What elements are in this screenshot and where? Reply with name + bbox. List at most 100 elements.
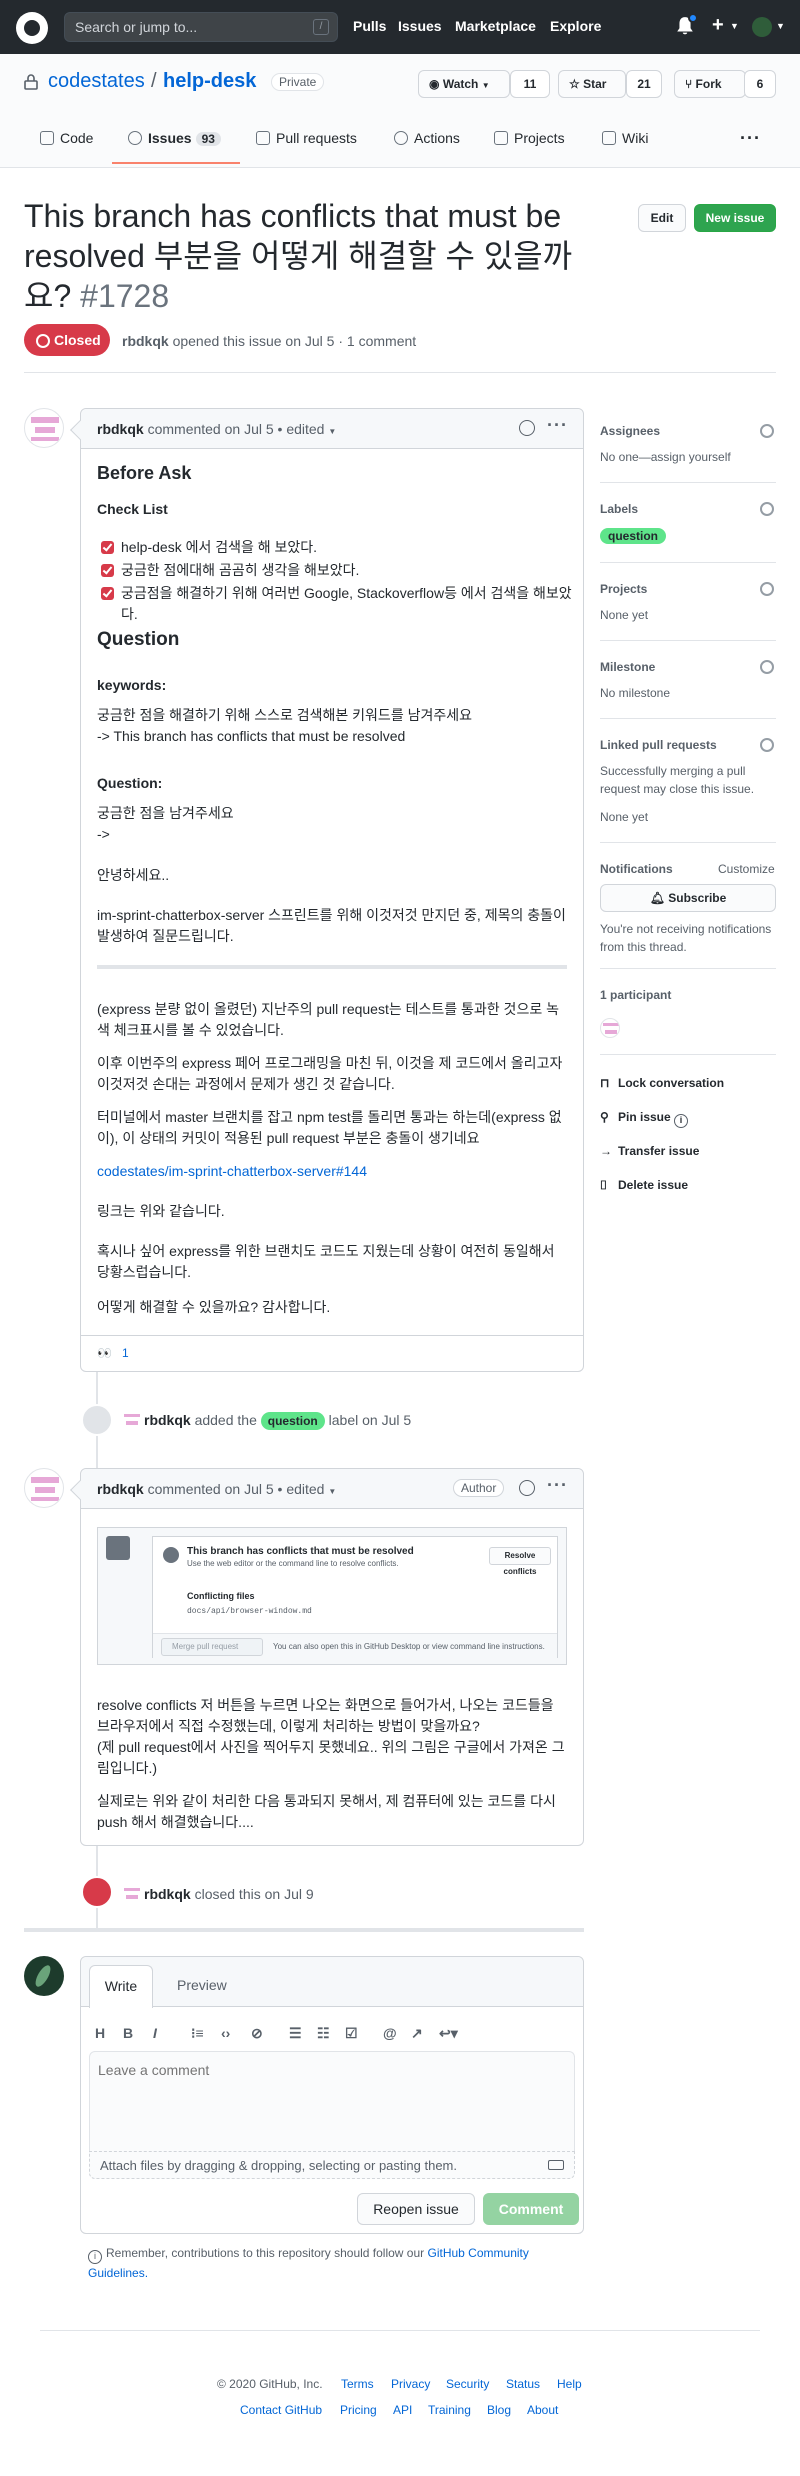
event-actor[interactable]: rbdkqk — [144, 1886, 191, 1902]
question-label-badge[interactable]: question — [600, 528, 666, 544]
gear-icon[interactable] — [760, 660, 774, 674]
avatar[interactable] — [122, 1410, 142, 1430]
code-icon[interactable]: ‹› — [221, 2025, 230, 2041]
question-label-badge[interactable]: question — [260, 1412, 325, 1430]
avatar[interactable] — [24, 1468, 64, 1508]
comment-author[interactable]: rbdkqk — [97, 421, 144, 437]
chevron-down-icon[interactable]: ▼ — [776, 21, 785, 31]
cross-reference-icon[interactable]: ↗ — [411, 2025, 423, 2042]
footer-link[interactable]: Contact GitHub — [240, 2403, 322, 2417]
chevron-down-icon[interactable]: ▼ — [730, 21, 739, 31]
edit-title-button[interactable]: Edit — [638, 204, 686, 232]
embedded-screenshot[interactable]: This branch has conflicts that must be r… — [97, 1527, 567, 1665]
comment-author[interactable]: rbdkqk — [97, 1481, 144, 1497]
more-options-icon[interactable]: ··· — [740, 128, 761, 149]
checkbox-checked-icon[interactable] — [101, 564, 114, 577]
user-avatar[interactable] — [752, 17, 772, 37]
write-tab[interactable]: Write — [89, 1965, 153, 2008]
bold-icon[interactable]: B — [123, 2025, 133, 2041]
nav-pulls[interactable]: Pulls — [353, 18, 386, 34]
watch-count[interactable]: 11 — [510, 70, 550, 98]
pin-issue-link[interactable]: ⚲ Pin issue i — [600, 1110, 692, 1128]
star-button[interactable]: ☆ Star — [558, 70, 626, 98]
footer-link[interactable]: Status — [506, 2377, 540, 2391]
transfer-issue-link[interactable]: → Transfer issue — [600, 1144, 699, 1158]
tab-wiki[interactable]: Wiki — [602, 130, 648, 146]
comment-button[interactable]: Comment — [483, 2193, 579, 2225]
tab-pull-requests[interactable]: Pull requests — [256, 130, 357, 146]
event-actor[interactable]: rbdkqk — [144, 1412, 191, 1428]
chevron-down-icon[interactable]: ▼ — [328, 427, 336, 436]
author-link[interactable]: rbdkqk — [122, 333, 169, 349]
checkbox-checked-icon[interactable] — [101, 541, 114, 554]
chevron-down-icon[interactable]: ▼ — [328, 1487, 336, 1496]
footer-link[interactable]: API — [393, 2403, 412, 2417]
labels-title[interactable]: Labels — [600, 502, 638, 516]
fork-button[interactable]: ⑂ Fork — [674, 70, 746, 98]
comment-meta[interactable]: commented on Jul 5 • edited — [148, 421, 325, 437]
footer-link[interactable]: Training — [428, 2403, 471, 2417]
reaction-eyes[interactable]: 👀 1 — [97, 1346, 129, 1360]
avatar[interactable] — [24, 408, 64, 448]
avatar[interactable] — [122, 1884, 142, 1904]
delete-issue-link[interactable]: ⌷ Delete issue — [600, 1178, 688, 1193]
projects-title[interactable]: Projects — [600, 582, 647, 596]
gear-icon[interactable] — [760, 582, 774, 596]
create-new-icon[interactable]: + — [712, 14, 724, 37]
quote-icon[interactable]: ⁝≡ — [191, 2025, 204, 2042]
footer-link[interactable]: Terms — [341, 2377, 374, 2391]
comment-meta[interactable]: commented on Jul 5 • edited — [148, 1481, 325, 1497]
footer-link[interactable]: Pricing — [340, 2403, 377, 2417]
preview-tab[interactable]: Preview — [177, 1977, 227, 1993]
comment-textarea[interactable] — [89, 2051, 575, 2151]
subscribe-button[interactable]: 🔔︎ Subscribe — [600, 884, 776, 912]
tab-issues[interactable]: Issues 93 — [128, 130, 221, 146]
search-input[interactable]: Search or jump to... / — [64, 12, 338, 42]
assignees-title[interactable]: Assignees — [600, 424, 660, 438]
linked-prs-title[interactable]: Linked pull requests — [600, 738, 717, 752]
avatar[interactable] — [24, 1956, 64, 1996]
add-reaction-icon[interactable] — [519, 420, 535, 436]
heading-icon[interactable]: H — [95, 2025, 105, 2041]
link-icon[interactable]: ⊘ — [251, 2025, 263, 2042]
reopen-issue-button[interactable]: Reopen issue — [357, 2193, 475, 2225]
tab-projects[interactable]: Projects — [494, 130, 565, 146]
customize-link[interactable]: Customize — [718, 862, 775, 876]
saved-reply-icon[interactable]: ↩▾ — [439, 2025, 458, 2042]
tab-code[interactable]: Code — [40, 130, 93, 146]
participant-avatar[interactable] — [600, 1018, 620, 1038]
nav-issues[interactable]: Issues — [398, 18, 442, 34]
unordered-list-icon[interactable]: ☰ — [289, 2025, 302, 2042]
italic-icon[interactable]: I — [153, 2025, 157, 2041]
lock-conversation-link[interactable]: ⊓ Lock conversation — [600, 1076, 724, 1090]
footer-link[interactable]: Blog — [487, 2403, 511, 2417]
tab-actions[interactable]: Actions — [394, 130, 460, 146]
repo-name-link[interactable]: help-desk — [163, 70, 256, 93]
gear-icon[interactable] — [760, 502, 774, 516]
info-icon[interactable]: i — [674, 1114, 689, 1128]
milestone-title[interactable]: Milestone — [600, 660, 655, 674]
mention-icon[interactable]: @ — [383, 2025, 397, 2041]
footer-link[interactable]: Privacy — [391, 2377, 430, 2391]
gear-icon[interactable] — [760, 738, 774, 752]
ordered-list-icon[interactable]: ☷ — [317, 2025, 330, 2042]
star-count[interactable]: 21 — [626, 70, 662, 98]
nav-marketplace[interactable]: Marketplace — [455, 18, 536, 34]
footer-link[interactable]: Security — [446, 2377, 489, 2391]
kebab-menu-icon[interactable]: ··· — [547, 415, 568, 436]
add-reaction-icon[interactable] — [519, 1480, 535, 1496]
watch-button[interactable]: ◉ Watch ▼ — [418, 70, 510, 98]
checkbox-checked-icon[interactable] — [101, 587, 114, 600]
footer-link[interactable]: About — [527, 2403, 558, 2417]
issue-reference-link[interactable]: codestates/im-sprint-chatterbox-server#1… — [97, 1161, 367, 1182]
repo-owner-link[interactable]: codestates — [48, 70, 145, 93]
assignees-value[interactable]: No one—assign yourself — [600, 448, 776, 466]
attach-files-area[interactable]: Attach files by dragging & dropping, sel… — [89, 2151, 575, 2179]
nav-explore[interactable]: Explore — [550, 18, 601, 34]
github-logo-icon[interactable] — [16, 12, 48, 44]
gear-icon[interactable] — [760, 424, 774, 438]
task-list-icon[interactable]: ☑ — [345, 2025, 358, 2042]
new-issue-button[interactable]: New issue — [694, 204, 776, 232]
kebab-menu-icon[interactable]: ··· — [547, 1475, 568, 1496]
markdown-icon[interactable] — [548, 2160, 564, 2170]
